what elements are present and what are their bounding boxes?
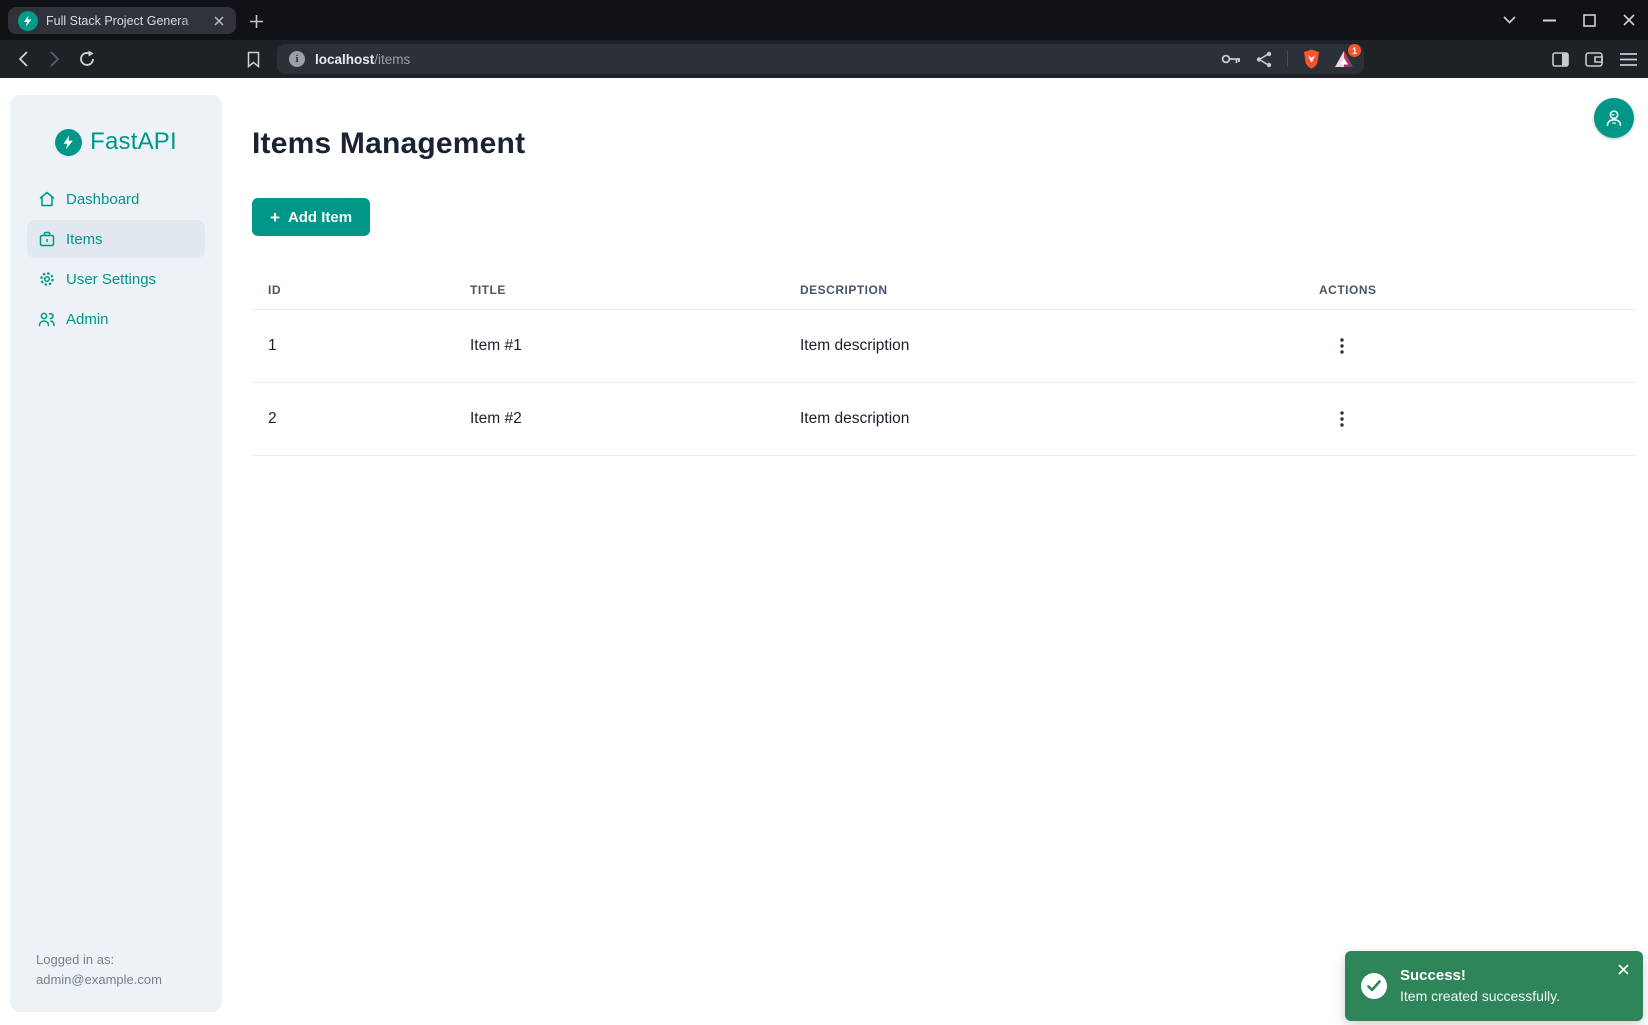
column-header-description: DESCRIPTION [800, 283, 1319, 297]
password-key-icon[interactable] [1221, 49, 1241, 69]
home-icon [38, 191, 55, 208]
toast-title: Success! [1400, 965, 1560, 986]
tab-close-icon[interactable] [210, 12, 228, 30]
cell-id: 1 [252, 337, 470, 355]
browser-tab[interactable]: Full Stack Project Genera [8, 7, 236, 34]
cell-description: Item description [800, 410, 1319, 428]
url-host: localhost [315, 52, 374, 67]
sidebar: FastAPI Dashboard Items [10, 95, 222, 1012]
column-header-id: ID [252, 283, 470, 297]
add-item-label: Add Item [288, 209, 352, 226]
tab-strip: Full Stack Project Genera [0, 0, 1648, 40]
user-avatar-button[interactable] [1594, 98, 1634, 138]
items-table: ID TITLE DESCRIPTION ACTIONS 1 Item #1 I… [252, 270, 1636, 456]
check-circle-icon [1361, 973, 1387, 999]
bookmark-icon[interactable] [242, 48, 264, 70]
sidebar-item-admin[interactable]: Admin [27, 300, 205, 338]
fastapi-favicon-icon [18, 11, 38, 31]
row-actions-menu-icon[interactable] [1328, 332, 1356, 360]
sidebar-item-label: Dashboard [66, 191, 139, 208]
toolbar-separator [1287, 51, 1288, 67]
url-bar[interactable]: i localhost/items [277, 44, 1364, 74]
logged-in-info: Logged in as: admin@example.com [36, 950, 162, 990]
column-header-actions: ACTIONS [1319, 283, 1636, 297]
maximize-button[interactable] [1576, 7, 1602, 33]
success-toast: Success! Item created successfully. [1345, 951, 1643, 1021]
url-text[interactable]: localhost/items [315, 52, 410, 67]
fastapi-bolt-icon [55, 129, 82, 156]
table-row: 1 Item #1 Item description [252, 310, 1636, 383]
plus-icon: + [270, 209, 280, 226]
fastapi-logo: FastAPI [10, 95, 222, 156]
share-icon[interactable] [1254, 49, 1274, 69]
sidebar-item-label: User Settings [66, 271, 156, 288]
briefcase-icon [38, 231, 55, 248]
gear-icon [38, 271, 55, 288]
column-header-title: TITLE [470, 283, 800, 297]
page-content: FastAPI Dashboard Items [0, 78, 1648, 1025]
brave-shield-icon[interactable] [1301, 49, 1321, 69]
browser-window: Full Stack Project Genera [0, 0, 1648, 1025]
side-panel-icon[interactable] [1550, 49, 1570, 69]
main-content: Items Management + Add Item ID TITLE DES… [252, 78, 1636, 456]
sidebar-item-label: Items [66, 231, 103, 248]
cell-description: Item description [800, 337, 1319, 355]
users-icon [38, 311, 55, 328]
page-title: Items Management [252, 127, 1636, 161]
sidebar-item-user-settings[interactable]: User Settings [27, 260, 205, 298]
sidebar-item-dashboard[interactable]: Dashboard [27, 180, 205, 218]
toast-close-icon[interactable] [1613, 959, 1633, 979]
close-window-button[interactable] [1616, 7, 1642, 33]
tab-search-chevron-icon[interactable] [1496, 7, 1522, 33]
logged-in-label: Logged in as: [36, 950, 162, 970]
minimize-button[interactable] [1536, 7, 1562, 33]
new-tab-button[interactable] [244, 9, 268, 33]
logo-text: FastAPI [90, 128, 177, 156]
site-info-icon[interactable]: i [289, 51, 305, 67]
url-path: /items [374, 52, 410, 67]
forward-button[interactable] [44, 48, 66, 70]
sidebar-item-items[interactable]: Items [27, 220, 205, 258]
sidebar-item-label: Admin [66, 311, 109, 328]
user-icon [1603, 107, 1625, 129]
cell-title: Item #1 [470, 337, 800, 355]
menu-hamburger-icon[interactable] [1618, 49, 1638, 69]
reload-button[interactable] [76, 48, 98, 70]
add-item-button[interactable]: + Add Item [252, 198, 370, 236]
rewards-badge: 1 [1348, 44, 1361, 57]
table-row: 2 Item #2 Item description [252, 383, 1636, 456]
row-actions-menu-icon[interactable] [1328, 405, 1356, 433]
brave-rewards-icon[interactable]: 1 [1334, 49, 1354, 69]
cell-id: 2 [252, 410, 470, 428]
toast-message: Item created successfully. [1400, 986, 1560, 1007]
wallet-icon[interactable] [1584, 49, 1604, 69]
logged-in-email: admin@example.com [36, 970, 162, 990]
sidebar-nav: Dashboard Items User Settings [10, 180, 222, 338]
back-button[interactable] [12, 48, 34, 70]
cell-title: Item #2 [470, 410, 800, 428]
tab-title: Full Stack Project Genera [46, 14, 208, 28]
table-header-row: ID TITLE DESCRIPTION ACTIONS [252, 270, 1636, 310]
